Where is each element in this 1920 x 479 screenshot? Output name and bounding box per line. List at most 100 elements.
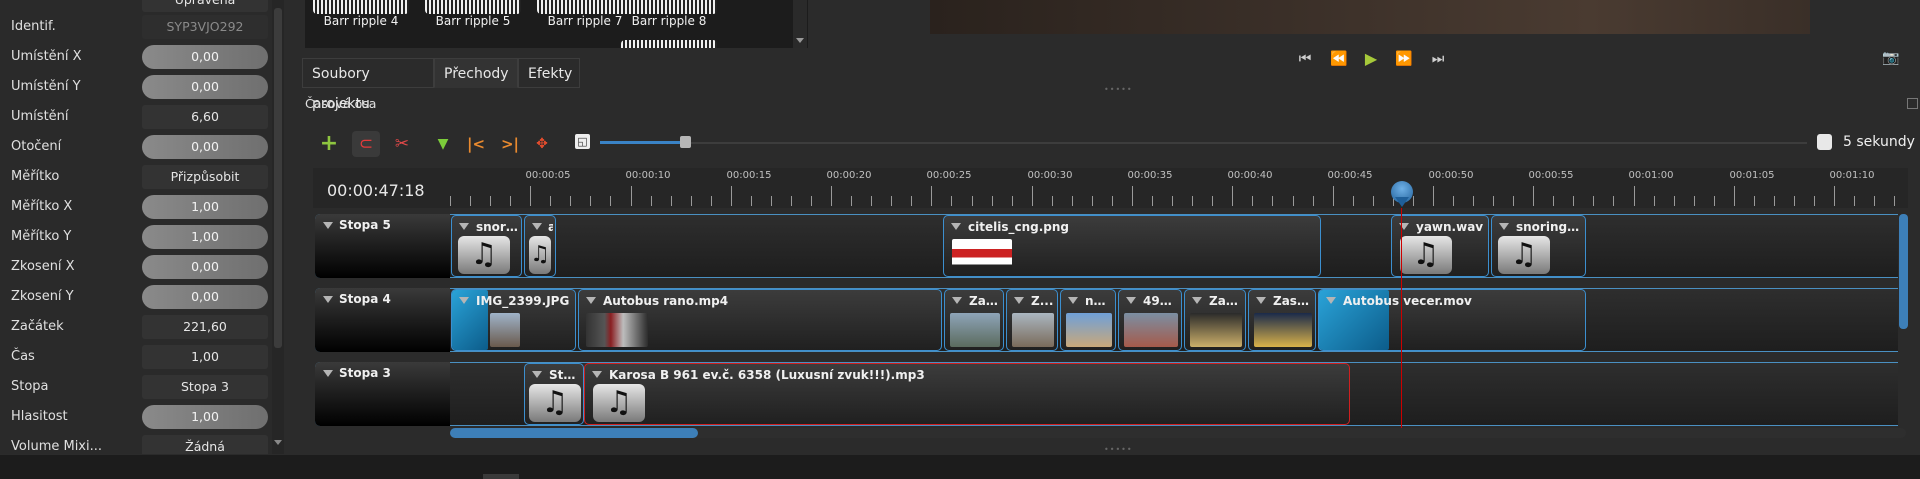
clip-menu-icon[interactable] xyxy=(459,223,469,230)
property-slider[interactable]: 0,00 xyxy=(142,75,268,99)
jump-end-icon[interactable]: ⏭ xyxy=(1427,48,1449,70)
track-menu-icon[interactable] xyxy=(323,296,333,303)
clip[interactable]: Zas... xyxy=(1184,289,1246,351)
clip[interactable]: a ♫ xyxy=(524,215,556,277)
ruler-tick xyxy=(1072,196,1073,206)
clip-menu-icon[interactable] xyxy=(1499,223,1509,230)
razor-icon[interactable]: ✂ xyxy=(388,131,416,157)
property-slider[interactable]: 0,00 xyxy=(142,135,268,159)
ruler-tick xyxy=(590,196,591,206)
property-slider[interactable]: 0,00 xyxy=(142,255,268,279)
camera-icon[interactable]: 📷 xyxy=(1882,50,1900,66)
rewind-icon[interactable]: ⏪ xyxy=(1328,48,1350,70)
property-dropdown[interactable]: Žádná xyxy=(142,435,268,454)
timeline-horizontal-scrollbar-thumb[interactable] xyxy=(450,428,698,438)
properties-scrollbar-thumb[interactable] xyxy=(274,8,282,348)
clip-menu-icon[interactable] xyxy=(1014,297,1024,304)
next-marker-icon[interactable]: >| xyxy=(496,131,524,157)
splitter-grip[interactable]: ••••• xyxy=(1104,446,1132,454)
tab-project-files[interactable]: Soubory projektu xyxy=(302,58,434,112)
clip-menu-icon[interactable] xyxy=(532,371,542,378)
clip[interactable]: Z... xyxy=(1006,289,1058,351)
tab-effects[interactable]: Efekty xyxy=(518,58,580,88)
status-bar-handle xyxy=(483,474,519,479)
undock-icon[interactable] xyxy=(1907,98,1918,109)
clip-menu-icon[interactable] xyxy=(532,223,542,230)
splitter-grip[interactable]: ••••• xyxy=(1104,86,1132,94)
scroll-down-arrow-icon[interactable] xyxy=(796,38,804,43)
property-value[interactable]: Upravená xyxy=(142,0,268,12)
clip-menu-icon[interactable] xyxy=(586,297,596,304)
add-marker-icon[interactable]: ▼ xyxy=(429,131,457,157)
audio-icon: ♫ xyxy=(593,384,645,422)
property-slider[interactable]: 0,00 xyxy=(142,285,268,309)
transition-thumbnail[interactable] xyxy=(313,0,409,14)
property-slider[interactable]: 1,00 xyxy=(142,225,268,249)
ruler-tick xyxy=(1674,196,1675,206)
property-slider[interactable]: 1,00 xyxy=(142,405,268,429)
property-dropdown[interactable]: Stopa 3 xyxy=(142,375,268,399)
tab-transitions[interactable]: Přechody xyxy=(434,58,518,88)
clip[interactable]: IMG_2399.JPG xyxy=(451,289,576,351)
snap-magnet-icon[interactable]: ⊂ xyxy=(352,131,380,157)
property-slider[interactable]: 0,00 xyxy=(142,45,268,69)
property-value[interactable]: 6,60 xyxy=(142,105,268,129)
ruler-tick xyxy=(1192,196,1193,206)
property-value[interactable]: SYP3VJO292 xyxy=(142,15,268,39)
ruler-tick xyxy=(1493,196,1494,206)
transition-label[interactable]: Barr ripple 4 xyxy=(313,14,409,28)
audio-icon: ♫ xyxy=(458,236,510,274)
transition-thumbnail[interactable] xyxy=(425,0,521,14)
transition-thumbnail[interactable] xyxy=(621,40,717,48)
add-track-icon[interactable]: + xyxy=(315,131,343,157)
ruler-tick xyxy=(731,186,732,206)
timeline-vertical-scrollbar-thumb[interactable] xyxy=(1899,214,1908,329)
property-value[interactable]: 221,60 xyxy=(142,315,268,339)
property-value[interactable]: 1,00 xyxy=(142,345,268,369)
clip[interactable]: 492... xyxy=(1118,289,1182,351)
property-dropdown[interactable]: Přizpůsobit xyxy=(142,165,268,189)
clip-menu-icon[interactable] xyxy=(592,371,602,378)
clip[interactable]: yawn.wav ♫ xyxy=(1391,215,1489,277)
play-icon[interactable]: ▶ xyxy=(1360,48,1382,70)
zoom-slider-handle[interactable] xyxy=(680,136,691,148)
clip-name: snori... xyxy=(476,220,519,234)
clip-menu-icon[interactable] xyxy=(1256,297,1266,304)
jump-start-icon[interactable]: ⏮ xyxy=(1294,48,1316,70)
clip[interactable]: snori... ♫ xyxy=(451,215,522,277)
transition-label[interactable]: Barr ripple 5 xyxy=(425,14,521,28)
clip[interactable]: Autobus rano.mp4 xyxy=(578,289,942,351)
clip-menu-icon[interactable] xyxy=(951,223,961,230)
transitions-panel: Barr ripple 4 Barr ripple 5 Barr ripple … xyxy=(305,0,808,48)
clip[interactable]: Star... ♫ xyxy=(524,363,584,425)
track-menu-icon[interactable] xyxy=(323,370,333,377)
clip-menu-icon[interactable] xyxy=(1192,297,1202,304)
clip-menu-icon[interactable] xyxy=(952,297,962,304)
transition-label[interactable]: Barr ripple 7 xyxy=(537,14,633,28)
clip[interactable]: Autobus vecer.mov xyxy=(1318,289,1586,351)
fast-forward-icon[interactable]: ⏩ xyxy=(1393,48,1415,70)
transition-thumbnail[interactable] xyxy=(537,0,633,14)
zoom-icon[interactable]: ◱ xyxy=(575,134,590,149)
previous-marker-icon[interactable]: |< xyxy=(462,131,490,157)
ruler-tick xyxy=(811,196,812,206)
zoom-slider-track[interactable] xyxy=(600,142,1807,144)
clip-menu-icon[interactable] xyxy=(1326,297,1336,304)
scroll-down-arrow-icon[interactable] xyxy=(274,440,282,445)
zoom-scale-label: 5 sekundy xyxy=(1843,134,1915,150)
property-slider[interactable]: 1,00 xyxy=(142,195,268,219)
clip-selected[interactable]: Karosa B 961 ev.č. 6358 (Luxusní zvuk!!!… xyxy=(584,363,1350,425)
clip[interactable]: snoring.... ♫ xyxy=(1491,215,1586,277)
track-menu-icon[interactable] xyxy=(323,222,333,229)
transition-thumbnail[interactable] xyxy=(621,0,717,14)
clip[interactable]: Zast... xyxy=(1248,289,1316,351)
clip-menu-icon[interactable] xyxy=(1126,297,1136,304)
clip[interactable]: citelis_cng.png xyxy=(943,215,1321,277)
clip-menu-icon[interactable] xyxy=(1068,297,1078,304)
center-playhead-icon[interactable]: ✥ xyxy=(528,131,556,157)
clip[interactable]: Zas... xyxy=(944,289,1004,351)
property-row-rotation: Otočení 0,00 xyxy=(0,132,272,162)
clip[interactable]: no... xyxy=(1060,289,1116,351)
clip-menu-icon[interactable] xyxy=(459,297,469,304)
transition-label[interactable]: Barr ripple 8 xyxy=(621,14,717,28)
